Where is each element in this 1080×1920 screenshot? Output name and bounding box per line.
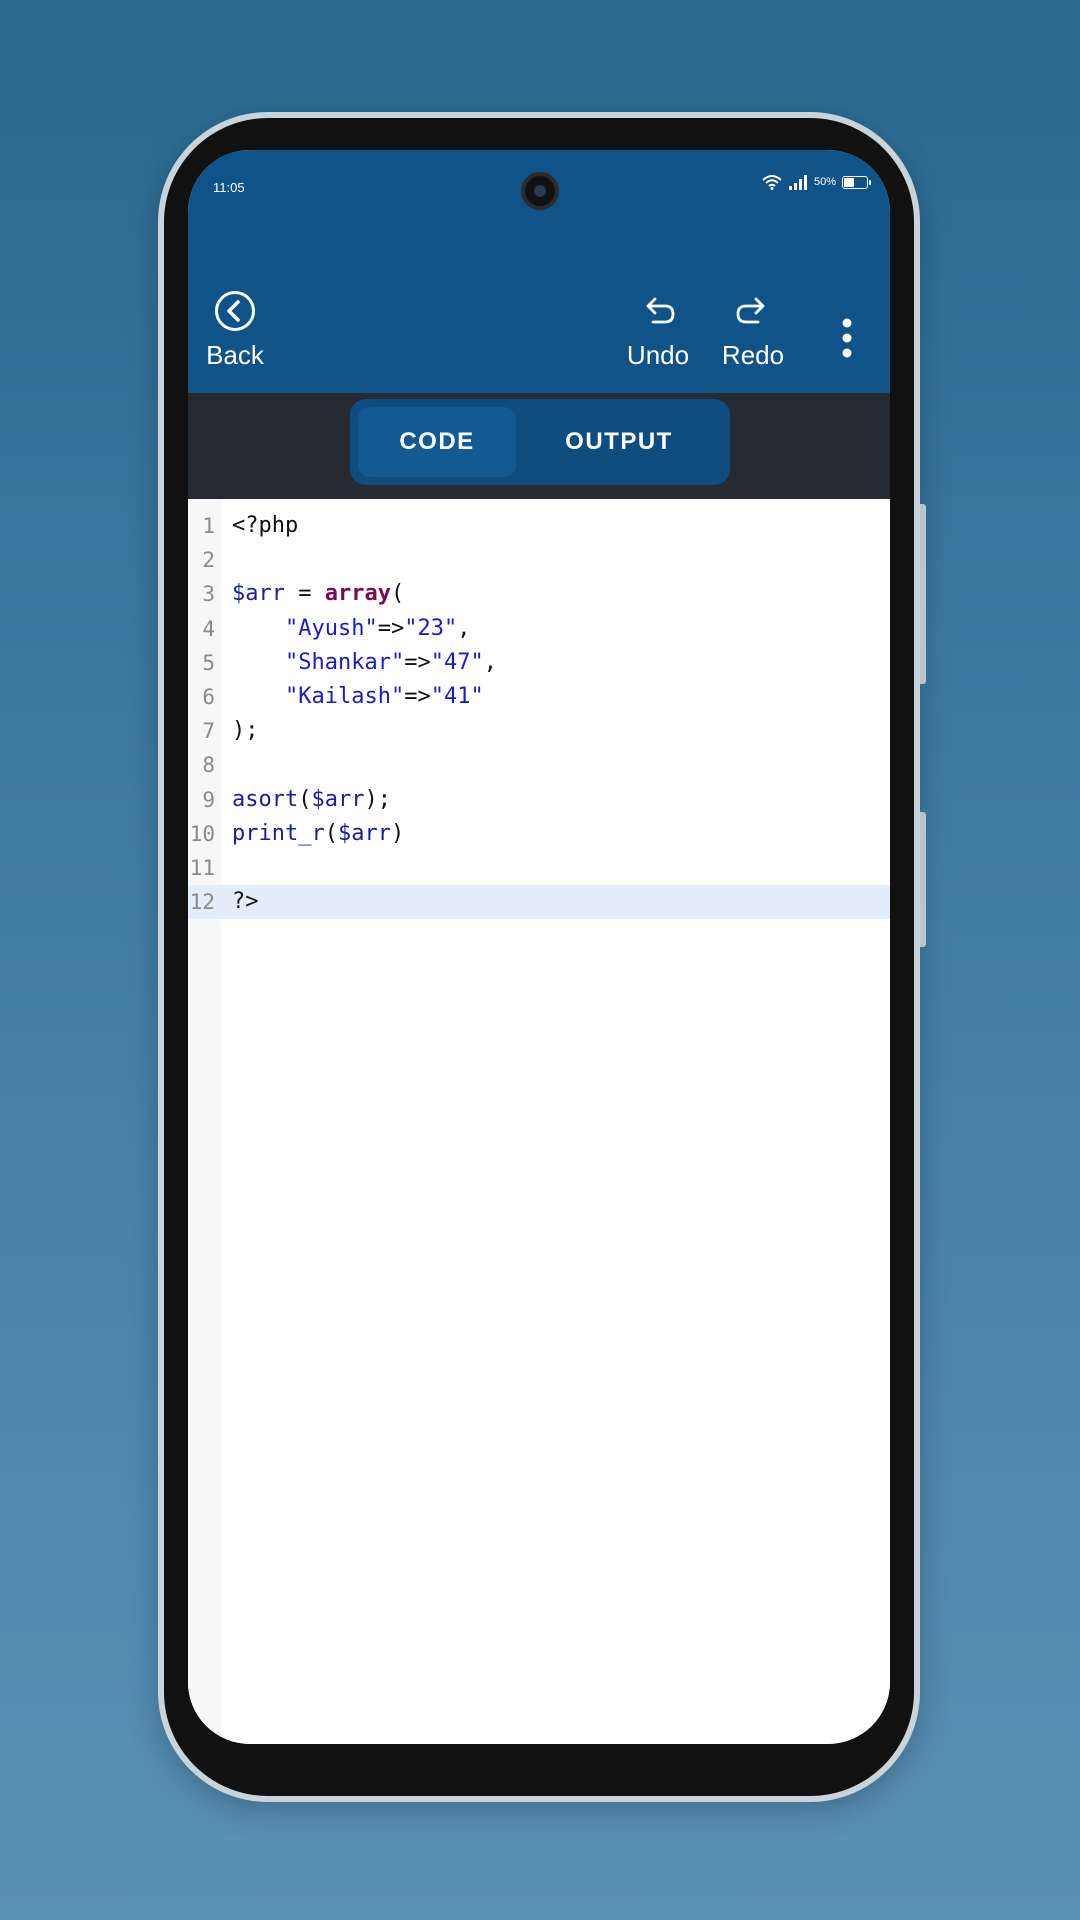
code-text: "Kailash"=>"41" [221,680,484,714]
code-token: ( [390,581,405,607]
status-time: 11:05 [213,180,245,195]
line-number: 12 [189,890,215,915]
redo-arrow-icon [736,297,765,324]
line-number: 8 [202,753,215,778]
code-token: "Kailash" [284,683,405,709]
code-token: asort [232,786,299,812]
code-token: $arr [337,820,391,846]
undo-button[interactable]: Undo [603,290,713,371]
code-line[interactable]: 9 asort($arr); [188,783,890,817]
undo-label: Undo [626,340,690,370]
code-text: <?php [221,509,298,543]
code-token: "Ayush" [284,615,378,641]
code-lines: 1 <?php 2 3 $arr = array(4 "Ayush"=>"23", 5 "… [188,509,890,920]
back-button[interactable]: Back [206,290,264,371]
battery-icon [842,175,871,189]
line-number: 9 [202,787,215,812]
code-text: asort($arr); [221,783,391,817]
code-token: ); [364,786,391,812]
code-line[interactable]: 10 print_r($arr) [188,817,890,851]
view-toggle: CODE OUTPUT [350,399,730,485]
redo-label: Redo [721,340,785,370]
signal-icon [788,175,807,190]
tab-code[interactable]: CODE [358,407,516,477]
code-token: , [457,615,471,641]
code-token: ) [390,820,405,846]
code-token: $arr [232,581,285,607]
line-number: 4 [202,616,215,641]
code-token: "Shankar" [284,649,405,675]
battery-level [844,177,855,187]
code-line[interactable]: 1 <?php [188,509,890,543]
battery-percent: 50% [813,176,836,188]
code-line[interactable]: 8 [188,748,890,782]
code-line[interactable]: 11 [188,851,890,885]
code-token: => [377,615,405,641]
code-text: "Ayush"=>"23", [221,612,470,646]
code-token: => [404,649,431,675]
code-text: ?> [221,885,259,919]
status-icons: 50% [762,174,871,190]
code-line[interactable]: 4 "Ayush"=>"23", [188,612,890,646]
line-number: 11 [189,855,215,880]
redo-button[interactable]: Redo [708,290,798,371]
volume-button [920,504,926,684]
code-token: ); [232,718,259,744]
code-token: $arr [311,786,365,812]
code-text: print_r($arr) [221,817,404,851]
code-token: => [404,683,431,709]
code-token: print_r [232,820,325,846]
code-token: array [324,581,391,607]
code-token: = [284,581,325,607]
line-number: 1 [202,514,215,538]
wifi-icon [762,175,782,190]
code-line[interactable]: 5 "Shankar"=>"47", [188,646,890,680]
screen: 11:05 50% Back Undo Redo CODE OUTPUT 1 <… [188,150,890,1744]
code-token: "47" [430,649,484,675]
code-text: "Shankar"=>"47", [221,646,497,680]
app-bar: 11:05 50% Back Undo Redo [188,150,890,393]
chevron-left-circle-icon [215,291,255,331]
code-token: "23" [404,615,458,641]
front-camera [521,172,559,210]
line-number: 5 [202,650,215,675]
code-editor[interactable]: 1 <?php 2 3 $arr = array(4 "Ayush"=>"23", 5 "… [188,499,890,1744]
code-line[interactable]: 3 $arr = array( [188,577,890,611]
code-token: ( [298,786,312,812]
code-token: "41" [430,683,484,709]
code-text: $arr = array( [221,577,404,611]
line-number: 10 [189,821,215,846]
code-token: , [483,649,497,675]
line-number: 3 [202,582,215,607]
code-line[interactable]: 7); [188,714,890,748]
back-label: Back [206,340,264,370]
tab-output[interactable]: OUTPUT [516,407,722,477]
undo-arrow-icon [646,297,675,324]
code-text: ); [221,714,259,748]
code-token: ( [324,820,338,846]
line-number: 6 [202,684,215,709]
code-token: ?> [232,889,259,915]
more-vertical-icon [842,318,852,358]
code-token: <?php [232,513,299,538]
more-options-button[interactable] [832,318,862,358]
line-number: 2 [202,548,215,573]
code-line[interactable]: 2 [188,543,890,577]
code-line[interactable]: 12 ?> [188,885,890,920]
tab-bar: CODE OUTPUT [188,393,890,499]
line-number: 7 [202,719,215,744]
power-button [920,812,926,947]
code-line[interactable]: 6 "Kailash"=>"41" [188,680,890,714]
